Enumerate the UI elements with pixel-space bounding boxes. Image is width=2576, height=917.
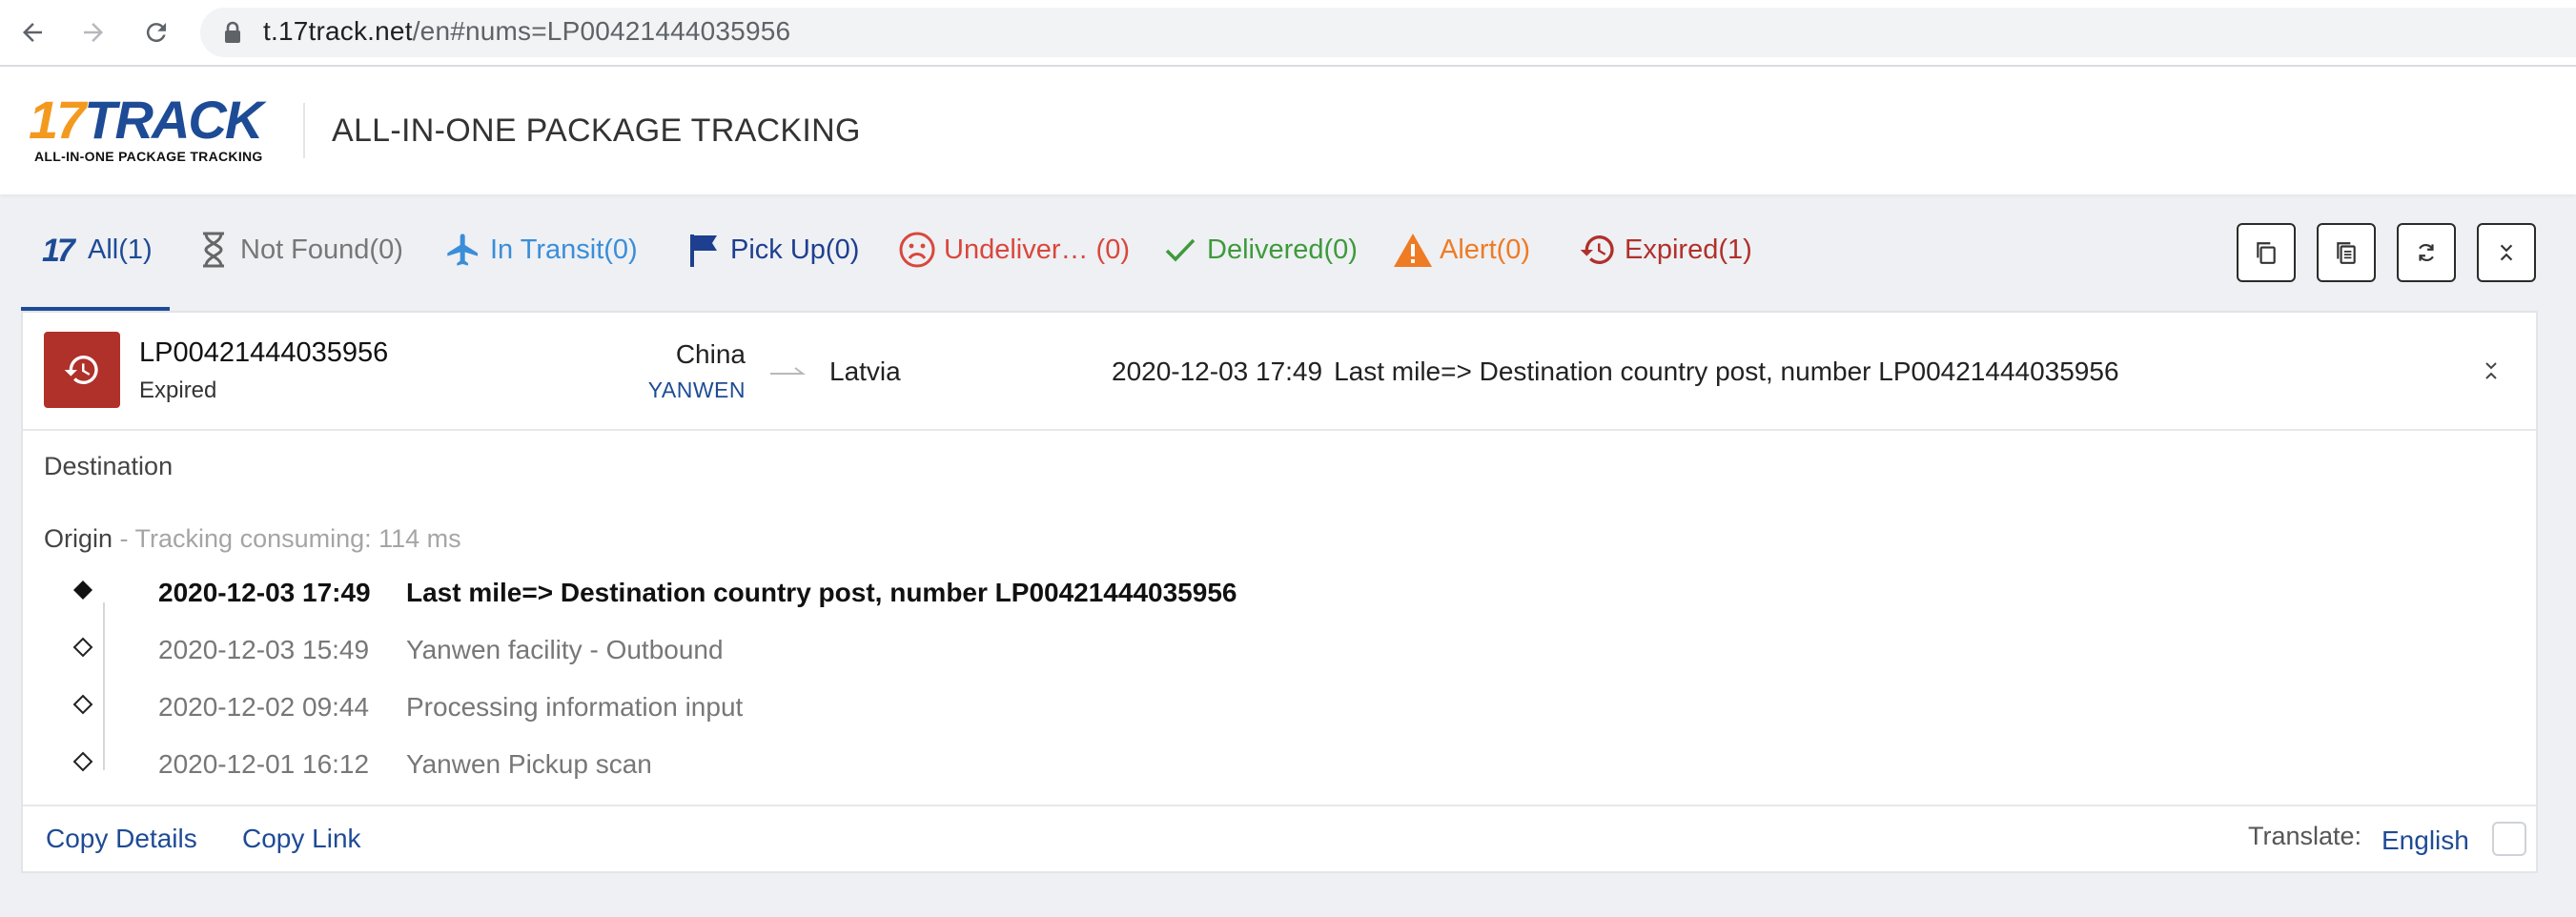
destination-section-label: Destination: [44, 452, 174, 480]
timeline-event: 2020-12-03 17:49 Last mile=> Destination…: [44, 572, 1951, 614]
latest-desc: Last mile=> Destination country post, nu…: [1334, 357, 2119, 386]
reload-button[interactable]: [137, 13, 175, 51]
chevron-collapse-icon[interactable]: [2475, 355, 2507, 387]
tab-in-transit[interactable]: In Transit(0): [442, 221, 638, 278]
tab-label: Alert(0): [1440, 234, 1531, 265]
copy-link-link[interactable]: Copy Link: [242, 824, 361, 854]
reload-icon: [146, 23, 166, 43]
translate-language-select[interactable]: English: [2382, 825, 2469, 856]
flag-icon: [683, 229, 725, 271]
logo-wordmark: 17TRACK: [29, 90, 263, 150]
tab-not-found[interactable]: Not Found(0): [193, 221, 403, 278]
translate-checkbox[interactable]: [2492, 822, 2526, 856]
17-logo-icon: 17: [40, 229, 82, 271]
tracking-number: LP00421444035956: [139, 337, 389, 368]
event-time: 2020-12-03 17:49: [158, 578, 371, 607]
translate-label: Translate:: [2248, 822, 2362, 850]
logo-17: 17: [29, 90, 86, 150]
tab-pick-up[interactable]: Pick Up(0): [683, 221, 859, 278]
lock-icon: [225, 21, 240, 43]
history-icon: [1577, 229, 1619, 271]
history-icon: [64, 356, 98, 384]
url-text: t.17track.net/en#nums=LP00421444035956: [263, 16, 790, 47]
url-host: t.17track.net: [263, 16, 413, 46]
site-header: 17TRACK ALL-IN-ONE PACKAGE TRACKING ALL-…: [0, 67, 2576, 194]
collapse-all-button[interactable]: [2477, 223, 2536, 282]
tab-label: Not Found(0): [240, 234, 403, 265]
sad-face-icon: [896, 229, 938, 271]
origin-label-text: Origin: [44, 524, 113, 553]
shipment-card: LP00421444035956 Expired China YANWEN La…: [21, 311, 2538, 873]
origin-country: China: [675, 339, 746, 369]
latest-time: 2020-12-03 17:49: [1112, 357, 1323, 386]
collapse-icon: [2500, 244, 2513, 261]
refresh-button[interactable]: [2397, 223, 2456, 282]
copy-details-link[interactable]: Copy Details: [46, 824, 197, 854]
tab-undelivered[interactable]: Undeliver… (0): [896, 221, 1130, 278]
event-time: 2020-12-02 09:44: [158, 692, 370, 722]
address-bar[interactable]: t.17track.net/en#nums=LP00421444035956: [200, 8, 2576, 57]
clipboard-icon: [2337, 242, 2356, 264]
event-time: 2020-12-03 15:49: [158, 635, 370, 664]
header-divider: [303, 103, 305, 158]
checkmark-icon: [1159, 229, 1201, 271]
event-desc: Last mile=> Destination country post, nu…: [406, 578, 1237, 607]
tab-label: Undeliver… (0): [944, 234, 1130, 265]
diamond-outline-icon: [72, 694, 93, 715]
tab-delivered[interactable]: Delivered(0): [1159, 221, 1358, 278]
logo-track: TRACK: [84, 90, 263, 150]
tracking-timeline: 2020-12-03 17:49 Last mile=> Destination…: [44, 572, 1951, 782]
url-path: /en#nums=LP00421444035956: [412, 16, 791, 46]
refresh-icon: [2419, 244, 2434, 261]
browser-toolbar: t.17track.net/en#nums=LP00421444035956: [0, 0, 2576, 67]
forward-button[interactable]: [74, 13, 112, 51]
forward-arrow-icon: [84, 23, 103, 42]
site-logo[interactable]: 17TRACK ALL-IN-ONE PACKAGE TRACKING: [29, 92, 278, 168]
route-arrow-icon: [770, 367, 806, 375]
tab-label: Delivered(0): [1207, 234, 1358, 265]
page-title: ALL-IN-ONE PACKAGE TRACKING: [332, 112, 861, 149]
tab-label: All(1): [88, 234, 153, 265]
status-tabs: 17 All(1) Not Found(0) In Transit(0) Pic…: [21, 196, 2538, 311]
carrier-link[interactable]: YANWEN: [648, 377, 746, 403]
card-footer: Copy Details Copy Link Translate: Englis…: [23, 805, 2536, 875]
copy-icon: [2257, 242, 2276, 264]
tab-alert[interactable]: Alert(0): [1392, 221, 1530, 278]
status-text: Expired: [139, 377, 217, 403]
event-desc: Processing information input: [406, 692, 744, 722]
tab-label: In Transit(0): [490, 234, 638, 265]
timeline-event: 2020-12-02 09:44 Processing information …: [44, 686, 1951, 728]
copy-button[interactable]: [2237, 223, 2296, 282]
destination-country: Latvia: [829, 357, 901, 386]
tab-expired[interactable]: Expired(1): [1577, 221, 1752, 278]
latest-event: 2020-12-03 17:49 Last mile=> Destination …: [1112, 357, 2119, 387]
back-button[interactable]: [13, 13, 51, 51]
tab-all[interactable]: 17 All(1): [40, 221, 153, 278]
filled-diamond-icon: [73, 581, 92, 600]
airplane-icon: [442, 229, 484, 271]
logo-tagline: ALL-IN-ONE PACKAGE TRACKING: [34, 149, 263, 164]
timeline-event: 2020-12-01 16:12 Yanwen Pickup scan: [44, 744, 1951, 785]
origin-section-label: Origin - Tracking consuming: 114 ms: [44, 524, 461, 554]
shipment-summary[interactable]: LP00421444035956 Expired China YANWEN La…: [23, 313, 2536, 431]
tab-label: Expired(1): [1625, 234, 1752, 265]
hourglass-icon: [193, 229, 235, 271]
event-desc: Yanwen Pickup scan: [406, 749, 652, 779]
timeline-event: 2020-12-03 15:49 Yanwen facility - Outbo…: [44, 629, 1951, 671]
clipboard-button[interactable]: [2317, 223, 2376, 282]
warning-icon: [1392, 229, 1434, 271]
diamond-outline-icon: [72, 637, 93, 658]
event-desc: Yanwen facility - Outbound: [406, 635, 724, 664]
event-time: 2020-12-01 16:12: [158, 749, 370, 779]
status-badge: [44, 332, 120, 408]
svg-text:17: 17: [42, 233, 77, 267]
tracking-consuming: - Tracking consuming: 114 ms: [112, 524, 461, 553]
diamond-outline-icon: [72, 751, 93, 772]
tab-label: Pick Up(0): [730, 234, 860, 265]
back-arrow-icon: [23, 23, 42, 42]
